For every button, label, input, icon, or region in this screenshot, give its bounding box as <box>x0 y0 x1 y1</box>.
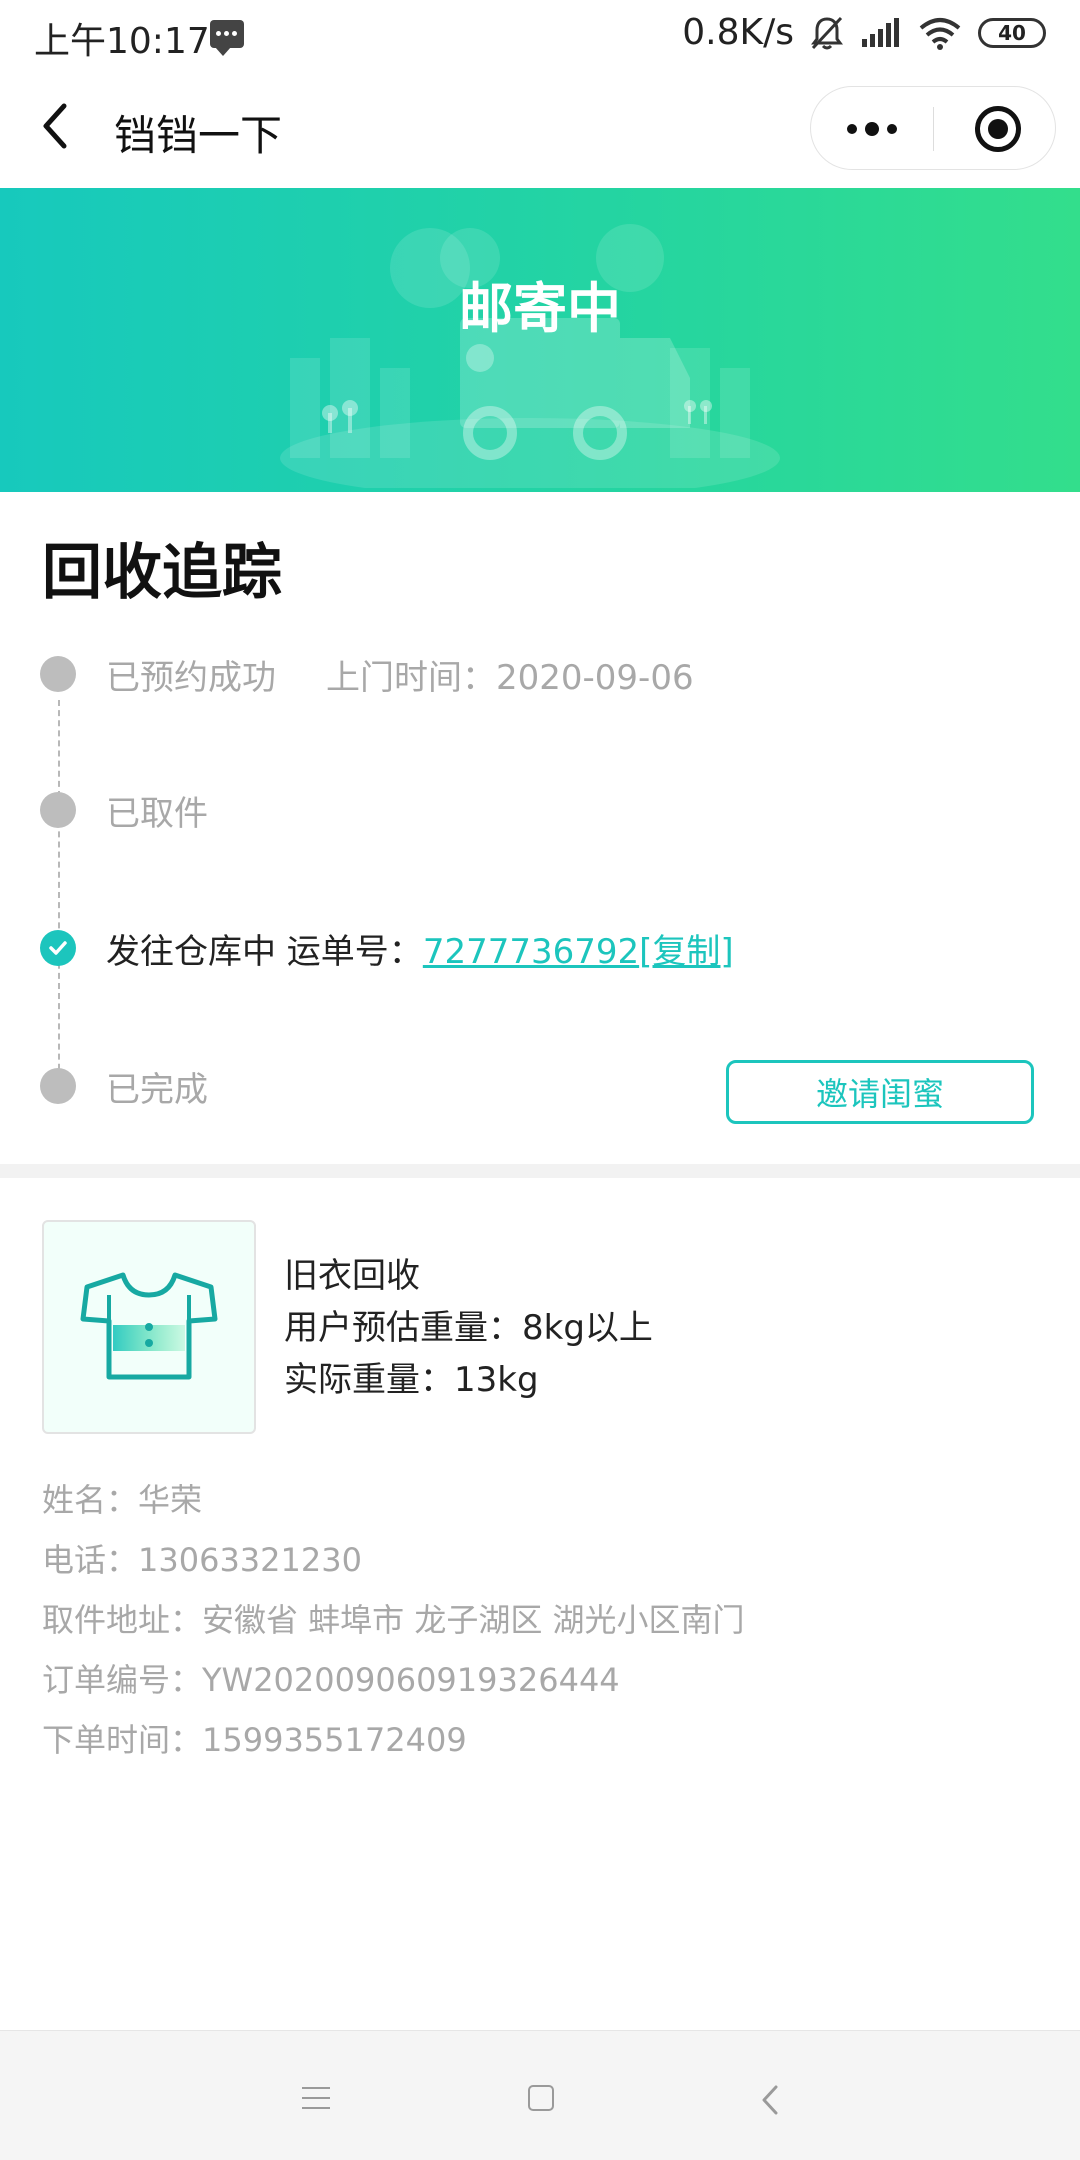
timeline-step-picked-up: 已取件 <box>40 780 208 840</box>
tracking-number-link[interactable]: 7277736792 <box>423 932 639 972</box>
system-nav-bar <box>0 2030 1080 2160</box>
signal-icon <box>862 17 899 47</box>
step-dot <box>40 656 76 692</box>
status-banner: 邮寄中 <box>0 188 1080 492</box>
close-capsule-icon[interactable] <box>975 106 1021 152</box>
message-icon <box>210 20 244 56</box>
more-icon[interactable] <box>811 87 933 171</box>
home-icon[interactable] <box>528 2085 554 2111</box>
nav-bar: 铛铛一下 <box>0 66 1080 188</box>
tracking-title: 回收追踪 <box>42 538 282 608</box>
back-icon[interactable] <box>34 94 94 158</box>
timeline-step-completed: 已完成 <box>40 1056 208 1116</box>
timeline-step-shipping: 发往仓库中 运单号：7277736792[复制] <box>40 918 734 978</box>
mute-icon <box>811 16 843 49</box>
nav-back-icon[interactable] <box>756 2083 786 2117</box>
status-right: 0.8K/s 40 <box>682 12 1046 53</box>
capsule-menu <box>810 86 1056 170</box>
page-title: 铛铛一下 <box>114 111 283 160</box>
step-label: 已预约成功 <box>106 657 276 698</box>
product-name: 旧衣回收 <box>284 1256 420 1296</box>
order-info: 姓名：华荣 电话：13063321230 取件地址：安徽省 蚌埠市 龙子湖区 湖… <box>42 1470 745 1770</box>
step-label: 已完成 <box>106 1069 208 1110</box>
actual-weight: 实际重量：13kg <box>284 1360 539 1400</box>
pickup-address: 取件地址：安徽省 蚌埠市 龙子湖区 湖光小区南门 <box>42 1601 745 1639</box>
truck-illustration <box>280 224 780 488</box>
step-label: 发往仓库中 运单号：7277736792[复制] <box>106 924 734 973</box>
copy-link[interactable]: [复制] <box>639 932 734 972</box>
product-details: 旧衣回收 用户预估重量：8kg以上 实际重量：13kg <box>284 1250 653 1406</box>
timeline-step-booked: 已预约成功 上门时间：2020-09-06 <box>40 644 694 704</box>
wifi-icon <box>919 17 961 50</box>
step-dot <box>40 1068 76 1104</box>
timeline-line <box>58 700 60 1090</box>
product-image <box>42 1220 256 1434</box>
contact-name: 姓名：华荣 <box>42 1481 203 1519</box>
section-divider <box>0 1164 1080 1178</box>
visit-time: 上门时间：2020-09-06 <box>326 657 694 698</box>
step-dot <box>40 792 76 828</box>
battery-icon: 40 <box>978 17 1046 48</box>
battery-level: 40 <box>998 20 1026 45</box>
network-speed: 0.8K/s <box>682 12 794 53</box>
order-time: 下单时间：1599355172409 <box>42 1721 467 1759</box>
invite-friend-button[interactable]: 邀请闺蜜 <box>726 1060 1034 1124</box>
shipping-label: 发往仓库中 运单号： <box>106 931 423 972</box>
order-number: 订单编号：YW202009060919326444 <box>42 1661 620 1699</box>
status-time: 上午10:17 <box>34 21 210 62</box>
contact-phone: 电话：13063321230 <box>42 1541 362 1579</box>
banner-title: 邮寄中 <box>459 277 621 340</box>
shirt-icon <box>80 1272 218 1380</box>
step-label: 已取件 <box>106 793 208 834</box>
check-icon <box>40 930 76 966</box>
status-bar: 上午10:17 0.8K/s 40 <box>0 0 1080 66</box>
menu-icon[interactable] <box>302 2087 330 2109</box>
capsule-divider <box>933 107 934 151</box>
estimated-weight: 用户预估重量：8kg以上 <box>284 1308 653 1348</box>
